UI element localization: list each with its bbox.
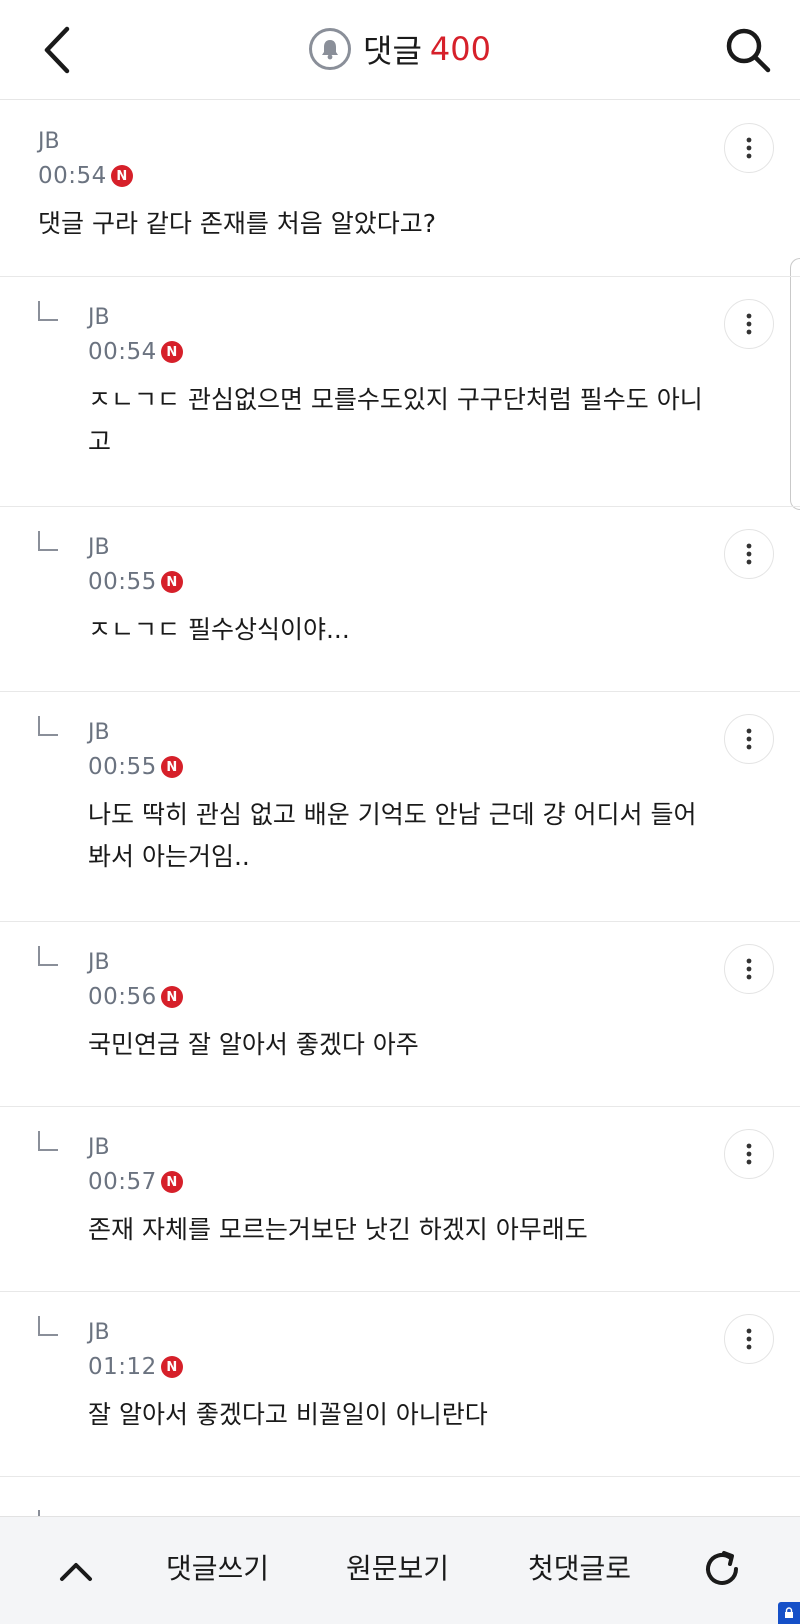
comment-text: ㅈㄴㄱㄷ 필수상식이야... (88, 615, 350, 644)
comment-text: 존재 자체를 모르는거보단 낫긴 하겠지 아무래도 (88, 1215, 588, 1244)
more-vertical-icon (746, 728, 752, 750)
reply-indicator-icon (38, 946, 58, 966)
more-vertical-icon (746, 1143, 752, 1165)
more-options-button[interactable] (724, 714, 774, 764)
comment-author: JB (88, 950, 110, 975)
more-vertical-icon (746, 1328, 752, 1350)
comment-time: 00:55 (88, 569, 157, 595)
header: 댓글 400 (0, 0, 800, 100)
new-badge: N (160, 571, 183, 593)
comment-text: 국민연금 잘 알아서 좋겠다 아주 (88, 1030, 419, 1059)
comment-time: 00:56 (88, 984, 157, 1010)
comment-text: ㅈㄴㄱㄷ 관심없으면 모를수도있지 구구단처럼 필수도 아니고 (88, 385, 703, 456)
comment-time: 00:55 (88, 754, 157, 780)
more-options-button[interactable] (724, 299, 774, 349)
comment-text: 잘 알아서 좋겠다고 비꼴일이 아니란다 (88, 1400, 488, 1429)
bell-icon (322, 40, 339, 60)
header-title: 댓글 400 (0, 26, 800, 72)
comment-text: 나도 딱히 관심 없고 배운 기억도 안남 근데 걍 어디서 들어봐서 아는거임… (88, 800, 697, 871)
comment-text: 댓글 구라 같다 존재를 처음 알았다고? (38, 209, 437, 238)
more-vertical-icon (746, 958, 752, 980)
new-badge: N (160, 986, 183, 1008)
more-vertical-icon (746, 313, 752, 335)
comment-author: JB (38, 129, 60, 154)
more-options-button[interactable] (724, 1129, 774, 1179)
more-vertical-icon (746, 137, 752, 159)
more-vertical-icon (746, 543, 752, 565)
chevron-up-icon (60, 1563, 92, 1581)
more-options-button[interactable] (724, 944, 774, 994)
reply-indicator-icon (38, 1316, 58, 1336)
comment-author: JB (88, 1135, 110, 1160)
comment-time: 00:54 (88, 339, 157, 365)
more-options-button[interactable] (724, 529, 774, 579)
search-icon (726, 28, 771, 73)
more-options-button[interactable] (724, 123, 774, 173)
reply-item: JB 00:54 N ㅈㄴㄱㄷ 관심없으면 모를수도있지 구구단처럼 필수도 아… (0, 277, 800, 507)
more-options-button[interactable] (724, 1314, 774, 1364)
notification-toggle[interactable] (309, 28, 352, 70)
comment-time: 01:12 (88, 1354, 157, 1380)
write-comment-button[interactable]: 댓글쓰기 (166, 1547, 269, 1587)
scroll-top-button[interactable] (48, 1543, 104, 1599)
reply-indicator-icon (38, 531, 58, 551)
corner-badge (778, 1602, 800, 1624)
view-original-button[interactable]: 원문보기 (346, 1547, 449, 1587)
comment-author: JB (88, 720, 110, 745)
comment-author: JB (88, 305, 110, 330)
reply-indicator-icon (38, 301, 58, 321)
search-button[interactable] (720, 22, 776, 78)
comment-count: 400 (429, 30, 491, 68)
reply-item: JB 01:12 N 잘 알아서 좋겠다고 비꼴일이 아니란다 (0, 1292, 800, 1477)
new-badge: N (160, 756, 183, 778)
bottom-action-bar: 댓글쓰기 원문보기 첫댓글로 (0, 1516, 800, 1624)
comment-item: JB 00:54 N 댓글 구라 같다 존재를 처음 알았다고? (0, 101, 800, 277)
refresh-icon (706, 1551, 738, 1585)
comment-list: JB 00:54 N 댓글 구라 같다 존재를 처음 알았다고? JB 00:5… (0, 101, 800, 1477)
reply-item: JB 00:55 N ㅈㄴㄱㄷ 필수상식이야... (0, 507, 800, 692)
comment-time: 00:57 (88, 1169, 157, 1195)
new-badge: N (160, 1171, 183, 1193)
comment-author: JB (88, 535, 110, 560)
new-badge: N (110, 165, 133, 187)
comment-time: 00:54 (38, 163, 107, 189)
reply-item: JB 00:57 N 존재 자체를 모르는거보단 낫긴 하겠지 아무래도 (0, 1107, 800, 1292)
new-badge: N (160, 1356, 183, 1378)
new-badge: N (160, 341, 183, 363)
reply-indicator-icon (38, 716, 58, 736)
reply-indicator-icon (38, 1131, 58, 1151)
reply-item: JB 00:56 N 국민연금 잘 알아서 좋겠다 아주 (0, 922, 800, 1107)
reply-item: JB 00:55 N 나도 딱히 관심 없고 배운 기억도 안남 근데 걍 어디… (0, 692, 800, 922)
lock-icon (785, 1607, 793, 1618)
comment-author: JB (88, 1320, 110, 1345)
refresh-button[interactable] (694, 1541, 750, 1597)
first-comment-button[interactable]: 첫댓글로 (528, 1547, 631, 1587)
page-title: 댓글 (363, 32, 422, 70)
